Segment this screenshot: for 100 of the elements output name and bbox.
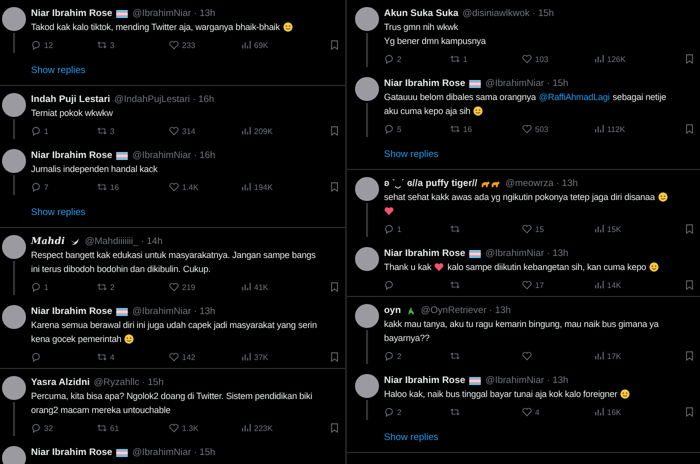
bar-chart-icon[interactable]: [594, 124, 604, 134]
user-name[interactable]: Niar Ibrahim Rose: [31, 446, 112, 459]
bar-chart-icon[interactable]: [241, 40, 251, 50]
show-replies-link[interactable]: Show replies: [384, 432, 438, 443]
avatar[interactable]: [2, 93, 26, 117]
repost-icon[interactable]: [450, 54, 460, 64]
bookmark-icon[interactable]: [330, 126, 339, 136]
reply-icon[interactable]: [31, 282, 41, 292]
reply-icon[interactable]: [384, 54, 394, 64]
avatar[interactable]: [355, 374, 379, 398]
reply-icon[interactable]: [31, 182, 41, 192]
mention-link[interactable]: @RaffiAhmadLagi: [538, 90, 610, 104]
user-name[interactable]: Mahdi: [31, 235, 65, 248]
avatar[interactable]: [2, 149, 26, 173]
count: 15: [535, 224, 544, 234]
repost-icon[interactable]: [97, 40, 107, 50]
bar-chart-icon[interactable]: [594, 407, 604, 417]
reply-icon[interactable]: [384, 407, 394, 417]
repost-icon[interactable]: [450, 124, 460, 134]
user-name[interactable]: Indah Puji Lestari: [31, 93, 110, 106]
bookmark-icon[interactable]: [330, 282, 339, 292]
repost-icon[interactable]: [97, 423, 107, 433]
user-name[interactable]: Akun Suka Suka: [384, 7, 458, 20]
avatar[interactable]: [2, 376, 26, 400]
bookmark-icon[interactable]: [330, 352, 339, 362]
heart-icon[interactable]: [522, 280, 532, 290]
count: 1: [44, 282, 48, 292]
count: 16: [463, 124, 472, 134]
avatar[interactable]: [355, 177, 379, 201]
avatar[interactable]: [355, 7, 379, 31]
user-name[interactable]: Niar Ibrahim Rose: [384, 77, 466, 90]
repost-icon[interactable]: [450, 224, 460, 234]
repost-icon[interactable]: [97, 126, 107, 136]
count: 2: [110, 282, 114, 292]
bookmark-icon[interactable]: [685, 407, 694, 417]
show-replies-link[interactable]: Show replies: [31, 65, 86, 76]
bookmark-icon[interactable]: [685, 280, 694, 290]
reply-icon[interactable]: [384, 224, 394, 234]
heart-icon[interactable]: [522, 351, 532, 361]
handle-and-time: @IbrahimNiar · 15h: [485, 77, 568, 90]
bookmark-icon[interactable]: [685, 54, 694, 64]
avatar[interactable]: [2, 446, 26, 464]
reply-icon[interactable]: [31, 423, 41, 433]
repost-icon[interactable]: [97, 282, 107, 292]
heart-icon[interactable]: [169, 352, 179, 362]
bar-chart-icon[interactable]: [594, 351, 604, 361]
user-name[interactable]: Niar Ibrahim Rose: [31, 305, 112, 318]
bookmark-icon[interactable]: [685, 224, 694, 234]
repost-icon[interactable]: [97, 182, 107, 192]
avatar[interactable]: [2, 235, 26, 259]
heart-icon[interactable]: [169, 126, 179, 136]
repost-icon[interactable]: [450, 351, 460, 361]
user-name[interactable]: Niar Ibrahim Rose: [31, 7, 112, 20]
repost-icon[interactable]: [97, 352, 107, 362]
user-name[interactable]: Yasra Alzidni: [31, 376, 90, 389]
bar-chart-icon[interactable]: [594, 280, 604, 290]
repost-icon[interactable]: [450, 407, 460, 417]
handle-and-time: @IbrahimNiar · 13h: [132, 305, 216, 318]
bookmark-icon[interactable]: [330, 182, 339, 192]
heart-icon[interactable]: [522, 224, 532, 234]
bookmark-icon[interactable]: [685, 351, 694, 361]
handle-and-time: @meowrza · 13h: [505, 177, 578, 190]
heart-icon[interactable]: [169, 40, 179, 50]
reply-icon[interactable]: [384, 124, 394, 134]
bookmark-icon[interactable]: [685, 124, 694, 134]
handle-and-time: @IbrahimNiar · 13h: [485, 247, 568, 260]
show-replies-link[interactable]: Show replies: [384, 149, 438, 160]
bar-chart-icon[interactable]: [241, 423, 251, 433]
user-name[interactable]: Niar Ibrahim Rose: [31, 149, 112, 162]
heart-icon[interactable]: [522, 407, 532, 417]
bar-chart-icon[interactable]: [594, 54, 604, 64]
repost-icon[interactable]: [450, 280, 460, 290]
reply-icon[interactable]: [31, 40, 41, 50]
bar-chart-icon[interactable]: [594, 224, 604, 234]
heart-icon[interactable]: [169, 282, 179, 292]
user-name[interactable]: oyn: [384, 304, 401, 317]
reply-icon[interactable]: [384, 351, 394, 361]
user-name[interactable]: Niar Ibrahim Rose: [384, 374, 466, 387]
reply-icon[interactable]: [31, 126, 41, 136]
heart-icon[interactable]: [522, 124, 532, 134]
bar-chart-icon[interactable]: [241, 352, 251, 362]
heart-icon[interactable]: [169, 182, 179, 192]
avatar[interactable]: [355, 304, 379, 328]
reply-icon[interactable]: [31, 352, 41, 362]
bookmark-icon[interactable]: [330, 423, 339, 433]
bookmark-icon[interactable]: [330, 40, 339, 50]
bar-chart-icon[interactable]: [241, 126, 251, 136]
user-name[interactable]: ʚ ˋ‿ˊ ɞ//a puffy tiger//: [384, 177, 478, 190]
tweet-text: Percuma, kita bisa apa? Ngolok2 doang di Twitter. Sistem pendidikan biki: [31, 390, 312, 403]
show-replies-link[interactable]: Show replies: [31, 207, 86, 218]
bar-chart-icon[interactable]: [241, 182, 251, 192]
heart-icon[interactable]: [169, 423, 179, 433]
heart-icon[interactable]: [522, 54, 532, 64]
avatar[interactable]: [355, 247, 379, 271]
user-name[interactable]: Niar Ibrahim Rose: [384, 247, 466, 260]
avatar[interactable]: [355, 77, 379, 101]
bar-chart-icon[interactable]: [241, 282, 251, 292]
avatar[interactable]: [2, 7, 26, 31]
reply-icon[interactable]: [384, 280, 394, 290]
avatar[interactable]: [2, 305, 26, 329]
